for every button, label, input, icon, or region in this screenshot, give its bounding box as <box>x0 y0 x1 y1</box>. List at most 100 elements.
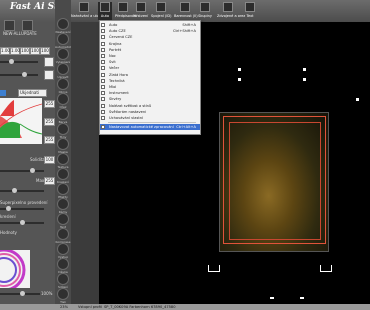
tool-column: Nastavení Automatické Vylepšení Upravit Obry… <box>55 0 74 310</box>
settings-icon[interactable] <box>44 57 54 67</box>
solidity-label: Solidita <box>30 157 45 162</box>
tool-14-icon[interactable] <box>57 213 69 225</box>
menu-item-icon <box>101 66 105 71</box>
slider-2[interactable] <box>0 72 38 77</box>
tool-15-icon[interactable] <box>57 228 69 240</box>
left-panel: Fast Ai Studio NEW-ALL UPDATE 1.00 1.00 … <box>0 0 81 310</box>
crop-inner-frame[interactable] <box>229 122 321 240</box>
toolbar-9-icon <box>245 2 255 12</box>
toolbar-8-icon <box>223 2 233 12</box>
tool-10-icon[interactable] <box>57 153 69 165</box>
tool-9-icon[interactable] <box>57 138 69 150</box>
menu-item[interactable]: Nastavovat automatické zpracování Ctrl+Al… <box>100 124 200 131</box>
menu-item-icon <box>101 54 105 58</box>
toolbar-button-8[interactable]: Zdvojené a orez <box>217 2 246 20</box>
menu-item-icon <box>101 41 105 46</box>
new-all-icon[interactable] <box>4 20 15 31</box>
toolbar-button-5[interactable]: Spojení (ID) <box>151 2 171 20</box>
guide-dot <box>270 297 274 299</box>
zoom-slider[interactable] <box>0 291 40 296</box>
toolbar-1-icon <box>78 2 89 12</box>
crop-handle[interactable] <box>208 265 220 272</box>
tool-6-icon[interactable] <box>57 93 69 105</box>
top-toolbar: Nahrávání a uložit Auto Předpisování Vrstve… <box>71 0 370 22</box>
tool-1-icon[interactable] <box>57 18 69 30</box>
size-field-3[interactable]: 100 <box>20 47 30 55</box>
slider-5[interactable] <box>0 206 44 211</box>
lock-icon[interactable] <box>44 70 54 80</box>
size-field-2[interactable]: 1.00 <box>10 47 20 55</box>
menu-item[interactable]: Uchovávání vlastní <box>100 115 200 121</box>
slider-1[interactable] <box>0 59 38 64</box>
toolbar-button-4[interactable]: Vrstvení <box>133 2 149 20</box>
update-icon[interactable] <box>22 20 33 31</box>
guide-dot <box>238 68 241 71</box>
size-field-1[interactable]: 1.00 <box>0 47 10 55</box>
tool-16-icon[interactable] <box>57 243 69 255</box>
guide-dot <box>303 78 306 81</box>
max-value[interactable]: 255 <box>44 177 55 185</box>
status-zoom: 23% <box>60 305 68 309</box>
toolbar-4-icon <box>136 2 146 12</box>
color-wheel[interactable] <box>0 250 30 288</box>
tool-7-icon[interactable] <box>57 108 69 120</box>
toolbar-button-2[interactable]: Auto <box>98 2 112 20</box>
tool-5-icon[interactable] <box>57 78 69 90</box>
menu-item-icon <box>101 72 105 77</box>
menu-item-label: Nastavovat automatické zpracování <box>109 125 174 130</box>
toolbar-button-1[interactable]: Nahrávání a uložit <box>71 2 103 20</box>
menu-item-icon <box>101 35 105 40</box>
section-label-b: Superpixelno provedení <box>0 200 48 205</box>
tool-13-icon[interactable] <box>57 198 69 210</box>
update-label: UPDATE <box>21 31 37 36</box>
color-swatch-icon[interactable] <box>0 90 6 96</box>
toolbar-button-7[interactable]: Skupiny <box>197 2 213 20</box>
toolbar-button-6[interactable]: Barevnost (II) <box>174 2 198 20</box>
toolbar-label: Skupiny <box>198 14 212 18</box>
guide-dot <box>238 78 241 81</box>
toolbar-5-icon <box>156 2 166 12</box>
zoom-value: 100% <box>41 291 53 296</box>
menu-item-icon <box>101 116 105 120</box>
crop-handle[interactable] <box>320 265 332 272</box>
menu-item-icon <box>101 85 105 89</box>
status-filename: SP_T_00K09A Farbenhorn 67890_47580 <box>104 305 176 309</box>
tool-17-icon[interactable] <box>57 258 69 270</box>
slider-3[interactable] <box>0 168 44 173</box>
guide-dot <box>303 68 306 71</box>
tool-2-icon[interactable] <box>57 33 69 45</box>
tool-11-icon[interactable] <box>57 168 69 180</box>
toolbar-button-3[interactable]: Předpisování <box>115 2 137 20</box>
curve-mode-select[interactable]: Ukjednati <box>18 89 47 97</box>
toolbar-2-icon <box>100 2 110 12</box>
toolbar-label: Auto <box>100 14 110 18</box>
toolbar-label: Zdvojené a orez <box>217 14 246 18</box>
toolbar-button-9[interactable]: Text <box>243 2 257 20</box>
size-field-5[interactable]: 100 <box>40 47 50 55</box>
tone-curve-chart[interactable] <box>0 98 42 144</box>
curve-value-3[interactable]: 255 <box>44 136 55 144</box>
curve-value-1[interactable]: 255 <box>44 100 55 108</box>
menu-item-shortcut: Ctrl+Alt+A <box>176 125 196 130</box>
size-field-4[interactable]: 100 <box>30 47 40 55</box>
menu-separator <box>108 122 196 124</box>
solidity-value[interactable]: 100 <box>44 156 55 164</box>
section-label-c: kreslení <box>0 214 16 219</box>
tool-12-icon[interactable] <box>57 183 69 195</box>
toolbar-label: Barevnost (II) <box>174 14 198 18</box>
tool-3-icon[interactable] <box>57 48 69 60</box>
toolbar-label: Vrstvení <box>133 14 149 18</box>
slider-6[interactable] <box>0 220 44 225</box>
tool-18-icon[interactable] <box>57 273 69 285</box>
toolbar-3-icon <box>118 2 128 12</box>
tool-4-icon[interactable] <box>57 63 69 75</box>
tool-8-icon[interactable] <box>57 123 69 135</box>
slider-4[interactable] <box>0 188 44 193</box>
curve-value-2[interactable]: 255 <box>44 118 55 126</box>
section-label-d: Hodnoty <box>0 230 17 235</box>
canvas-side-strip <box>71 22 99 304</box>
menu-item-icon <box>101 78 105 83</box>
menu-item-icon <box>101 23 105 27</box>
toolbar-6-icon <box>179 2 190 12</box>
tool-19-icon[interactable] <box>57 288 69 300</box>
